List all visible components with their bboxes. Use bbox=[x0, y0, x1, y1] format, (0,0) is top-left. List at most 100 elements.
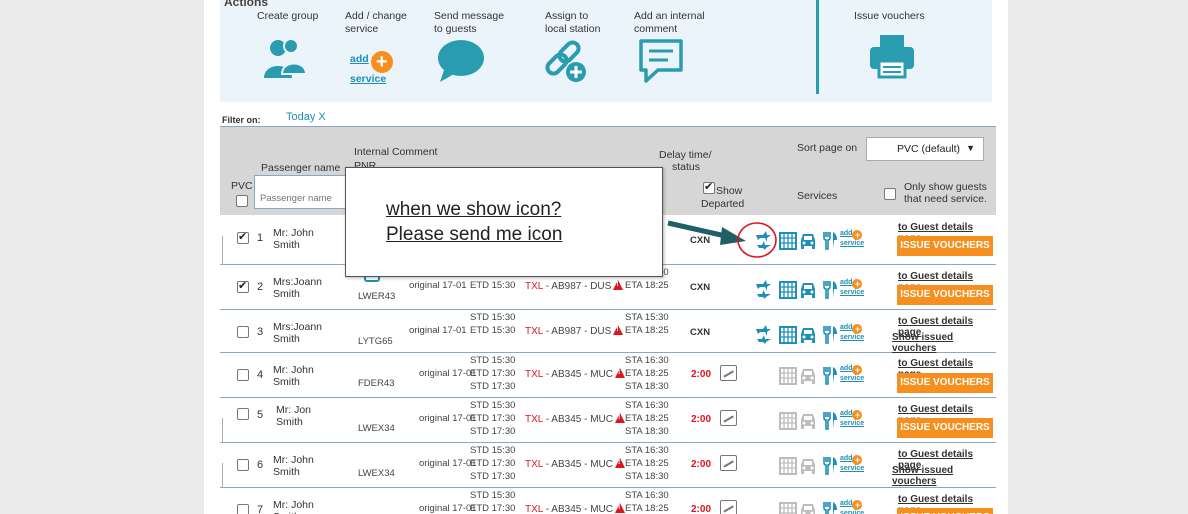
add-service-text: service bbox=[840, 334, 865, 341]
show-issued-vouchers-link[interactable]: Show issued vouchers bbox=[892, 332, 996, 354]
row-select-checkbox[interactable] bbox=[237, 369, 249, 381]
passenger-title: Mr: John bbox=[273, 454, 314, 466]
row-select-checkbox[interactable] bbox=[237, 326, 249, 338]
add-service-link[interactable]: add + service bbox=[840, 365, 864, 383]
create-group-button[interactable]: Create group bbox=[257, 10, 318, 78]
delay-time: 2:00 bbox=[691, 369, 712, 380]
arrival-time: STA 18:30 bbox=[625, 426, 669, 437]
pnr-code: LWEX34 bbox=[358, 423, 395, 434]
add-service-text: service bbox=[840, 240, 865, 247]
table-row: 6 Mr: John Smith LWEX34 STD 15:30 ETD 17:30 ST… bbox=[220, 443, 996, 503]
only-show-label-1: Only show guests bbox=[904, 181, 987, 193]
departed-flight-icon bbox=[720, 455, 737, 471]
route-flight: - AB345 - MUC bbox=[542, 504, 613, 514]
issue-vouchers-button[interactable]: ISSUE VOUCHERS bbox=[897, 373, 993, 393]
row-select-checkbox[interactable] bbox=[237, 279, 249, 293]
annotation-line-1: when we show icon? bbox=[386, 199, 562, 220]
hotel-icon bbox=[779, 281, 797, 299]
departure-time: STD 15:30 bbox=[470, 490, 516, 501]
taxi-icon bbox=[801, 414, 815, 429]
departure-time: ETD 15:30 bbox=[470, 325, 516, 336]
row-select-checkbox[interactable] bbox=[237, 408, 249, 420]
issue-vouchers-button[interactable]: ISSUE VOUCHERS bbox=[897, 508, 993, 514]
table-row: 3 Mrs:Joann Smith LYTG65 STD 15:30 ETD 15:30 o… bbox=[220, 310, 996, 354]
add-comment-button[interactable]: Add an internal comment bbox=[634, 10, 705, 83]
original-date: original 17-01 bbox=[419, 503, 477, 514]
route-flight: - AB987 - DUS bbox=[542, 326, 612, 337]
add-service-link[interactable]: add + service bbox=[840, 455, 864, 473]
add-change-service-button[interactable]: Add / change service add + service bbox=[345, 10, 407, 85]
add-service-text: service bbox=[840, 375, 865, 382]
filter-today-tag[interactable]: Today X bbox=[286, 111, 326, 123]
row-select-checkbox[interactable] bbox=[237, 230, 249, 244]
meal-icon bbox=[823, 281, 837, 299]
add-service-link[interactable]: add + service bbox=[840, 230, 864, 248]
row-number: 2 bbox=[257, 281, 264, 293]
route: TXL - AB987 - DUS bbox=[525, 325, 624, 337]
show-departed-checkbox[interactable] bbox=[703, 180, 715, 194]
passenger-title: Mr: John bbox=[273, 364, 314, 376]
select-all-checkbox[interactable] bbox=[236, 195, 248, 207]
annotation-arrow bbox=[667, 220, 777, 258]
group-icon bbox=[264, 38, 308, 78]
add-service-link[interactable]: add + service bbox=[840, 500, 864, 514]
only-show-checkbox[interactable] bbox=[884, 188, 896, 200]
route-flight: - AB345 - MUC bbox=[542, 459, 613, 470]
passenger-surname: Smith bbox=[273, 239, 300, 251]
assign-station-label-2: local station bbox=[545, 23, 601, 35]
issue-vouchers-button[interactable]: ISSUE VOUCHERS bbox=[897, 418, 993, 438]
warning-icon bbox=[613, 280, 624, 290]
sort-select-value: PVC (default) bbox=[897, 143, 961, 155]
arrival-time: ETA 18:25 bbox=[625, 413, 669, 424]
show-issued-vouchers-link[interactable]: Show issued vouchers bbox=[892, 465, 996, 487]
send-message-button[interactable]: Send message to guests bbox=[434, 10, 504, 82]
hotel-icon bbox=[779, 412, 797, 430]
add-service-link[interactable]: add + service bbox=[840, 410, 864, 428]
add-service-icon-text2: service bbox=[350, 73, 387, 85]
warning-icon bbox=[615, 458, 625, 468]
assign-station-label-1: Assign to bbox=[545, 10, 589, 22]
assign-station-button[interactable]: Assign to local station bbox=[545, 10, 601, 82]
add-service-text: service bbox=[840, 289, 865, 296]
meal-icon bbox=[823, 232, 837, 250]
printer-icon bbox=[870, 35, 914, 79]
services-icons: add + service bbox=[754, 324, 864, 344]
delay-time: 2:00 bbox=[691, 504, 712, 514]
row-select-checkbox[interactable] bbox=[237, 459, 249, 471]
issue-vouchers-button[interactable]: ISSUE VOUCHERS bbox=[897, 285, 993, 305]
hotel-icon bbox=[779, 367, 797, 385]
route-flight: - AB987 - DUS bbox=[542, 281, 612, 292]
add-service-text: service bbox=[840, 510, 865, 514]
row-select-checkbox[interactable] bbox=[237, 504, 249, 514]
departure-time: ETD 17:30 bbox=[470, 458, 516, 469]
plus-icon: + bbox=[852, 455, 863, 465]
hotel-icon bbox=[779, 457, 797, 475]
add-change-service-label-2: service bbox=[345, 23, 379, 35]
arrival-time: ETA 18:25 bbox=[625, 368, 669, 379]
departed-flight-icon bbox=[720, 410, 737, 426]
services-icons: add + service bbox=[754, 279, 864, 299]
add-service-text: add bbox=[840, 455, 853, 462]
departure-time: STD 17:30 bbox=[470, 426, 516, 437]
actions-title: Actions bbox=[224, 0, 269, 9]
delay-time: 2:00 bbox=[691, 459, 712, 470]
passenger-name-filter-input[interactable] bbox=[254, 175, 354, 209]
chat-bubble-icon bbox=[438, 40, 484, 82]
issue-vouchers-button[interactable]: ISSUE VOUCHERS bbox=[897, 236, 993, 256]
row-number: 7 bbox=[257, 504, 264, 514]
add-service-link[interactable]: add + service bbox=[840, 279, 864, 297]
route-origin: TXL bbox=[525, 414, 543, 425]
warning-icon bbox=[615, 413, 625, 423]
taxi-icon bbox=[801, 234, 815, 249]
departure-time: STD 17:30 bbox=[470, 471, 516, 482]
add-service-link[interactable]: add + service bbox=[840, 324, 864, 342]
plus-icon: + bbox=[852, 230, 863, 240]
show-departed-label-2: Departed bbox=[701, 198, 745, 210]
plus-icon: + bbox=[852, 410, 863, 420]
table-row: 4 Mr: John Smith FDER43 STD 15:30 ETD 17:30 ST… bbox=[220, 353, 996, 398]
issue-vouchers-button[interactable]: Issue vouchers bbox=[854, 10, 925, 79]
row-number: 5 bbox=[257, 409, 264, 421]
sort-select[interactable]: PVC (default) ▼ bbox=[866, 137, 984, 161]
plus-icon: + bbox=[852, 324, 863, 334]
row-number: 6 bbox=[257, 459, 264, 471]
